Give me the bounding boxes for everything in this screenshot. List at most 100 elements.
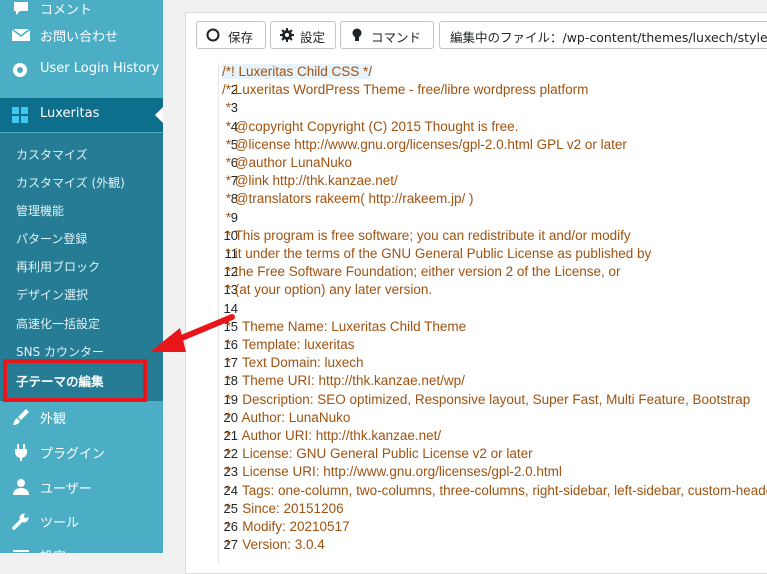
code-line[interactable]: 8 * @translators rakeem( http://rakeem.j… xyxy=(186,190,767,208)
code-line-text: * License: GNU General Public License v2… xyxy=(222,446,533,462)
submenu-design-select[interactable]: デザイン選択 xyxy=(16,286,88,303)
menu-tools[interactable]: ツール xyxy=(0,504,163,538)
code-line[interactable]: 3 * xyxy=(186,99,767,117)
code-line[interactable]: 6 * @author LunaNuko xyxy=(186,154,767,172)
code-line-text: * Text Domain: luxech xyxy=(222,355,364,371)
menu-luxeritas[interactable]: Luxeritas xyxy=(0,98,163,132)
code-line-text: * @translators rakeem( http://rakeem.jp/… xyxy=(222,191,474,207)
code-line[interactable]: 9 * xyxy=(186,209,767,227)
command-button[interactable]: コマンド xyxy=(340,21,434,49)
code-line[interactable]: 19 * Description: SEO optimized, Respons… xyxy=(186,391,767,409)
menu-contact[interactable]: お問い合わせ xyxy=(0,18,163,52)
menu-appearance[interactable]: 外観 xyxy=(0,400,163,434)
mail-icon xyxy=(11,25,31,45)
menu-tools-label: ツール xyxy=(40,516,80,531)
menu-contact-label: お問い合わせ xyxy=(40,30,119,45)
code-line-text: * Author: LunaNuko xyxy=(222,409,351,425)
code-line[interactable]: 5 * @license http://www.gnu.org/licenses… xyxy=(186,136,767,154)
code-line-text: * Version: 3.0.4 xyxy=(222,537,325,553)
code-line[interactable]: 20 * Author: LunaNuko xyxy=(186,409,767,427)
history-icon xyxy=(11,60,31,80)
main-content: 保存 設定 コマンド 編集中のファイル：/wp-content/themes/l… xyxy=(163,0,767,574)
code-line-text: /* Luxeritas WordPress Theme - free/libr… xyxy=(222,82,589,98)
active-menu-pointer xyxy=(155,107,163,123)
code-line[interactable]: 12 * the Free Software Foundation; eithe… xyxy=(186,263,767,281)
submenu-admin-functions[interactable]: 管理機能 xyxy=(16,202,64,219)
code-line-text: /*! Luxeritas Child CSS */ xyxy=(222,64,373,79)
menu-luxeritas-label: Luxeritas xyxy=(40,106,100,121)
code-line[interactable]: 2/* Luxeritas WordPress Theme - free/lib… xyxy=(186,81,767,99)
submenu-customize-appearance[interactable]: カスタマイズ (外観) xyxy=(16,174,125,191)
code-line[interactable]: 18 * Theme URI: http://thk.kanzae.net/wp… xyxy=(186,372,767,390)
save-button[interactable]: 保存 xyxy=(196,21,266,49)
code-line-text: * Theme URI: http://thk.kanzae.net/wp/ xyxy=(222,373,465,389)
code-line[interactable]: 11 * it under the terms of the GNU Gener… xyxy=(186,245,767,263)
grid-icon xyxy=(11,105,31,125)
submenu-reusable-blocks[interactable]: 再利用ブロック xyxy=(16,258,100,275)
annotation-highlight-box xyxy=(3,359,147,402)
code-line[interactable]: 17 * Text Domain: luxech xyxy=(186,354,767,372)
code-line-text: * @license http://www.gnu.org/licenses/g… xyxy=(222,136,627,152)
menu-users-label: ユーザー xyxy=(40,482,92,497)
code-line[interactable]: 16 * Template: luxeritas xyxy=(186,336,767,354)
code-line-text: * xyxy=(222,100,232,116)
code-line[interactable]: 23 * License URI: http://www.gnu.org/lic… xyxy=(186,463,767,481)
code-line[interactable]: 10 * This program is free software; you … xyxy=(186,227,767,245)
code-line-text: * Theme Name: Luxeritas Child Theme xyxy=(222,318,467,334)
code-line[interactable]: 14 xyxy=(186,300,767,318)
code-line[interactable]: 26 * Modify: 20210517 xyxy=(186,518,767,536)
code-line-text: * Author URI: http://thk.kanzae.net/ xyxy=(222,428,442,443)
code-line[interactable]: 22 * License: GNU General Public License… xyxy=(186,445,767,463)
code-line[interactable]: 1/*! Luxeritas Child CSS */ xyxy=(186,63,767,81)
brush-icon xyxy=(11,407,31,427)
code-line-text: * @author LunaNuko xyxy=(222,155,353,170)
settings-button[interactable]: 設定 xyxy=(270,21,336,49)
gear-icon xyxy=(280,28,294,42)
circle-icon xyxy=(206,28,220,42)
menu-login-history-label: User Login History xyxy=(40,61,160,76)
menu-settings[interactable]: 設定 xyxy=(0,538,163,553)
submenu-pattern-register[interactable]: パターン登録 xyxy=(16,230,87,247)
code-line-text: * Modify: 20210517 xyxy=(222,519,350,534)
code-line[interactable]: 27 * Version: 3.0.4 xyxy=(186,536,767,554)
line-number: 3 xyxy=(230,100,238,116)
code-line-text: * Template: luxeritas xyxy=(222,337,355,352)
code-line[interactable]: 25 * Since: 20151206 xyxy=(186,500,767,518)
code-line-text: * it under the terms of the GNU General … xyxy=(222,246,652,261)
menu-plugins-label: プラグイン xyxy=(40,447,106,462)
code-line-text: * Since: 20151206 xyxy=(222,500,344,516)
submenu-sns-counter[interactable]: SNS カウンター xyxy=(16,343,104,360)
menu-login-history[interactable]: User Login History xyxy=(0,53,163,87)
code-line[interactable]: 15 * Theme Name: Luxeritas Child Theme xyxy=(186,318,767,336)
plugin-icon xyxy=(11,442,31,462)
line-number: 9 xyxy=(230,209,238,225)
code-line[interactable]: 21 * Author URI: http://thk.kanzae.net/ xyxy=(186,427,767,445)
code-line-text: * Description: SEO optimized, Responsive… xyxy=(222,391,751,407)
comment-icon xyxy=(11,0,31,18)
editing-file-path: 編集中のファイル：/wp-content/themes/luxech/style… xyxy=(439,21,767,49)
code-line[interactable]: 7 * @link http://thk.kanzae.net/ xyxy=(186,172,767,190)
admin-sidebar: コメント お問い合わせ User Login History Luxeritas… xyxy=(0,0,163,553)
code-line-text: * This program is free software; you can… xyxy=(222,227,631,243)
code-line-text: * License URI: http://www.gnu.org/licens… xyxy=(222,464,562,480)
menu-comments-label: コメント xyxy=(40,3,93,18)
settings-icon xyxy=(11,545,31,553)
editing-file-path-text: 編集中のファイル：/wp-content/themes/luxech/style… xyxy=(450,30,767,45)
menu-plugins[interactable]: プラグイン xyxy=(0,435,163,469)
code-line[interactable]: 4 * @copyright Copyright (C) 2015 Though… xyxy=(186,118,767,136)
code-line-text: * the Free Software Foundation; either v… xyxy=(222,264,621,280)
menu-users[interactable]: ユーザー xyxy=(0,470,163,504)
code-line-text: * Tags: one-column, two-columns, three-c… xyxy=(222,482,767,498)
code-line-text: * @copyright Copyright (C) 2015 Thought … xyxy=(222,118,519,134)
submenu-customize[interactable]: カスタマイズ xyxy=(16,146,88,163)
code-line-text: * @link http://thk.kanzae.net/ xyxy=(222,173,398,189)
code-line-text: * (at your option) any later version. xyxy=(222,282,433,298)
code-line[interactable]: 24 * Tags: one-column, two-columns, thre… xyxy=(186,482,767,500)
code-line-text: * xyxy=(222,209,232,225)
code-editor-panel: 保存 設定 コマンド 編集中のファイル：/wp-content/themes/l… xyxy=(185,12,767,574)
submenu-speed-settings[interactable]: 高速化一括設定 xyxy=(16,315,100,332)
menu-appearance-label: 外観 xyxy=(40,412,67,427)
code-line[interactable]: 13 * (at your option) any later version. xyxy=(186,281,767,299)
line-number: 14 xyxy=(223,300,238,316)
wrench-icon xyxy=(11,511,31,531)
